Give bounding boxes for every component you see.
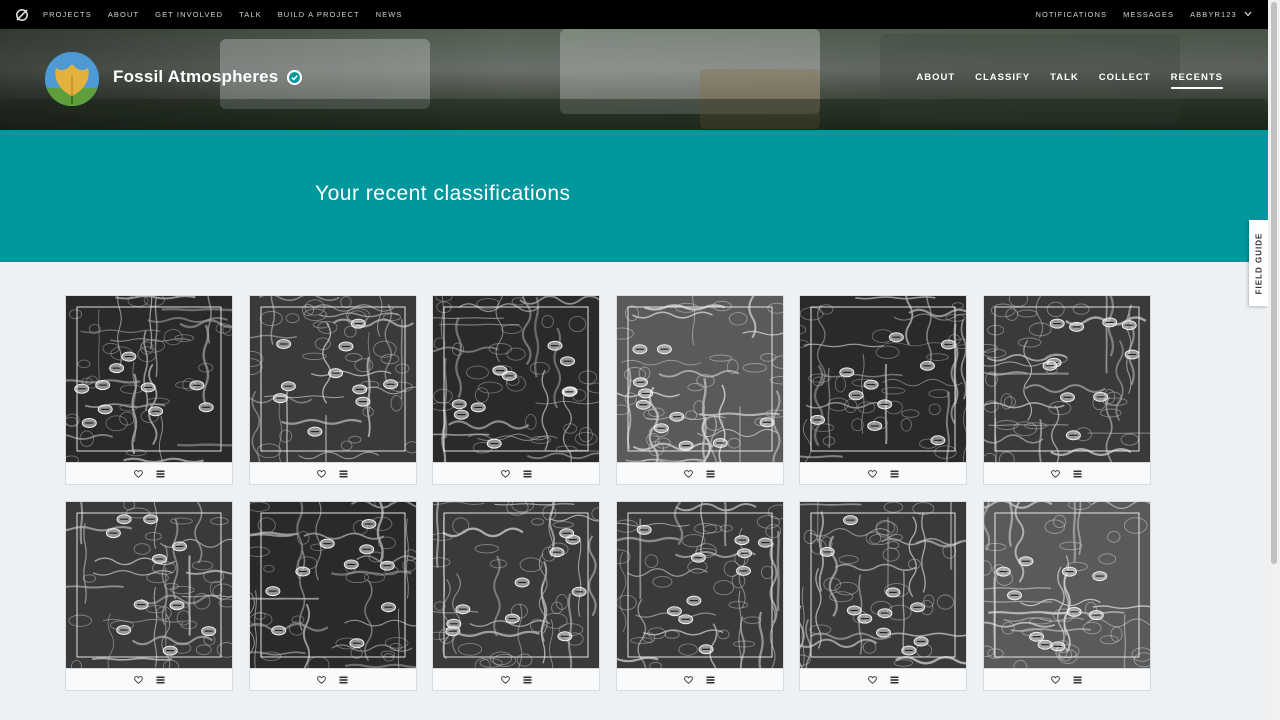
- project-nav: ABOUT CLASSIFY TALK COLLECT RECENTS: [896, 72, 1223, 89]
- recent-classification-card: [432, 501, 601, 691]
- user-menu-button[interactable]: ABBYR123: [1190, 10, 1252, 19]
- site-nav-build-a-project[interactable]: BUILD A PROJECT: [278, 10, 360, 19]
- recent-classification-card: [248, 501, 417, 691]
- subject-image[interactable]: [66, 296, 232, 462]
- card-actions: [249, 668, 416, 690]
- site-nav-user-links: NOTIFICATIONS MESSAGES ABBYR123: [1019, 10, 1252, 19]
- messages-link[interactable]: MESSAGES: [1123, 10, 1174, 19]
- page-scrollbar[interactable]: [1268, 0, 1280, 720]
- card-actions: [616, 462, 783, 484]
- heart-icon[interactable]: [315, 673, 329, 687]
- card-actions: [800, 462, 967, 484]
- heart-icon[interactable]: [131, 467, 145, 481]
- card-actions: [66, 668, 232, 690]
- notifications-link[interactable]: NOTIFICATIONS: [1035, 10, 1107, 19]
- scrollbar-thumb[interactable]: [1271, 2, 1277, 564]
- project-nav-talk[interactable]: TALK: [1050, 72, 1079, 89]
- recent-classification-card: [615, 501, 784, 691]
- card-actions: [249, 462, 416, 484]
- recent-classification-card: [432, 295, 601, 485]
- subject-image[interactable]: [983, 296, 1150, 462]
- list-icon[interactable]: [887, 467, 901, 481]
- project-title[interactable]: Fossil Atmospheres: [113, 67, 303, 87]
- recent-classification-card: [248, 295, 417, 485]
- site-nav-talk[interactable]: TALK: [239, 10, 262, 19]
- chevron-down-icon: [1244, 11, 1252, 17]
- card-actions: [800, 668, 967, 690]
- subject-image[interactable]: [66, 502, 232, 668]
- site-nav-projects[interactable]: PROJECTS: [43, 10, 92, 19]
- heart-icon[interactable]: [865, 673, 879, 687]
- subject-image[interactable]: [433, 502, 600, 668]
- subject-image[interactable]: [249, 502, 416, 668]
- card-actions: [433, 668, 600, 690]
- field-guide-label: FIELD GUIDE: [1254, 232, 1264, 294]
- project-nav-collect[interactable]: COLLECT: [1099, 72, 1151, 89]
- heart-icon[interactable]: [1049, 467, 1063, 481]
- card-actions: [433, 462, 600, 484]
- field-guide-tab[interactable]: FIELD GUIDE: [1249, 220, 1268, 306]
- card-actions: [983, 668, 1150, 690]
- site-nav-links: PROJECTS ABOUT GET INVOLVED TALK BUILD A…: [43, 10, 419, 19]
- recent-classification-card: [982, 501, 1151, 691]
- list-icon[interactable]: [520, 673, 534, 687]
- project-nav-classify[interactable]: CLASSIFY: [975, 72, 1030, 89]
- list-icon[interactable]: [887, 673, 901, 687]
- zooniverse-logo-icon[interactable]: [15, 8, 29, 22]
- heart-icon[interactable]: [498, 673, 512, 687]
- username: ABBYR123: [1190, 10, 1237, 19]
- recent-classification-card: [799, 501, 968, 691]
- list-icon[interactable]: [520, 467, 534, 481]
- project-header: Fossil Atmospheres ABOUT CLASSIFY TALK C…: [0, 29, 1268, 130]
- project-nav-about[interactable]: ABOUT: [916, 72, 955, 89]
- list-icon[interactable]: [337, 467, 351, 481]
- recent-classification-card: [65, 501, 233, 691]
- heart-icon[interactable]: [498, 467, 512, 481]
- heart-icon[interactable]: [682, 467, 696, 481]
- list-icon[interactable]: [704, 673, 718, 687]
- subject-image[interactable]: [800, 502, 967, 668]
- list-icon[interactable]: [153, 467, 167, 481]
- list-icon[interactable]: [337, 673, 351, 687]
- verified-check-icon: [287, 69, 303, 85]
- card-actions: [616, 668, 783, 690]
- site-nav-news[interactable]: NEWS: [376, 10, 403, 19]
- recent-classification-card: [65, 295, 233, 485]
- list-icon[interactable]: [704, 467, 718, 481]
- project-avatar[interactable]: [45, 52, 99, 106]
- page-hero: Your recent classifications: [0, 130, 1268, 262]
- subject-image[interactable]: [433, 296, 600, 462]
- list-icon[interactable]: [1071, 467, 1085, 481]
- heart-icon[interactable]: [1049, 673, 1063, 687]
- list-icon[interactable]: [1071, 673, 1085, 687]
- site-nav-about[interactable]: ABOUT: [108, 10, 139, 19]
- heart-icon[interactable]: [131, 673, 145, 687]
- subject-image[interactable]: [800, 296, 967, 462]
- heart-icon[interactable]: [682, 673, 696, 687]
- subject-image[interactable]: [616, 502, 783, 668]
- subject-image[interactable]: [983, 502, 1150, 668]
- site-nav-get-involved[interactable]: GET INVOLVED: [155, 10, 223, 19]
- subject-image[interactable]: [616, 296, 783, 462]
- site-nav-bar: PROJECTS ABOUT GET INVOLVED TALK BUILD A…: [0, 0, 1268, 29]
- header-background-shape: [0, 99, 1268, 130]
- project-nav-recents[interactable]: RECENTS: [1170, 72, 1223, 89]
- page-title: Your recent classifications: [315, 182, 571, 205]
- recent-classification-card: [615, 295, 784, 485]
- project-title-text: Fossil Atmospheres: [113, 67, 279, 86]
- recent-classification-card: [982, 295, 1151, 485]
- card-actions: [983, 462, 1150, 484]
- heart-icon[interactable]: [865, 467, 879, 481]
- card-actions: [66, 462, 232, 484]
- recent-classification-card: [799, 295, 968, 485]
- heart-icon[interactable]: [315, 467, 329, 481]
- subject-image[interactable]: [249, 296, 416, 462]
- list-icon[interactable]: [153, 673, 167, 687]
- recents-grid: [65, 295, 1151, 691]
